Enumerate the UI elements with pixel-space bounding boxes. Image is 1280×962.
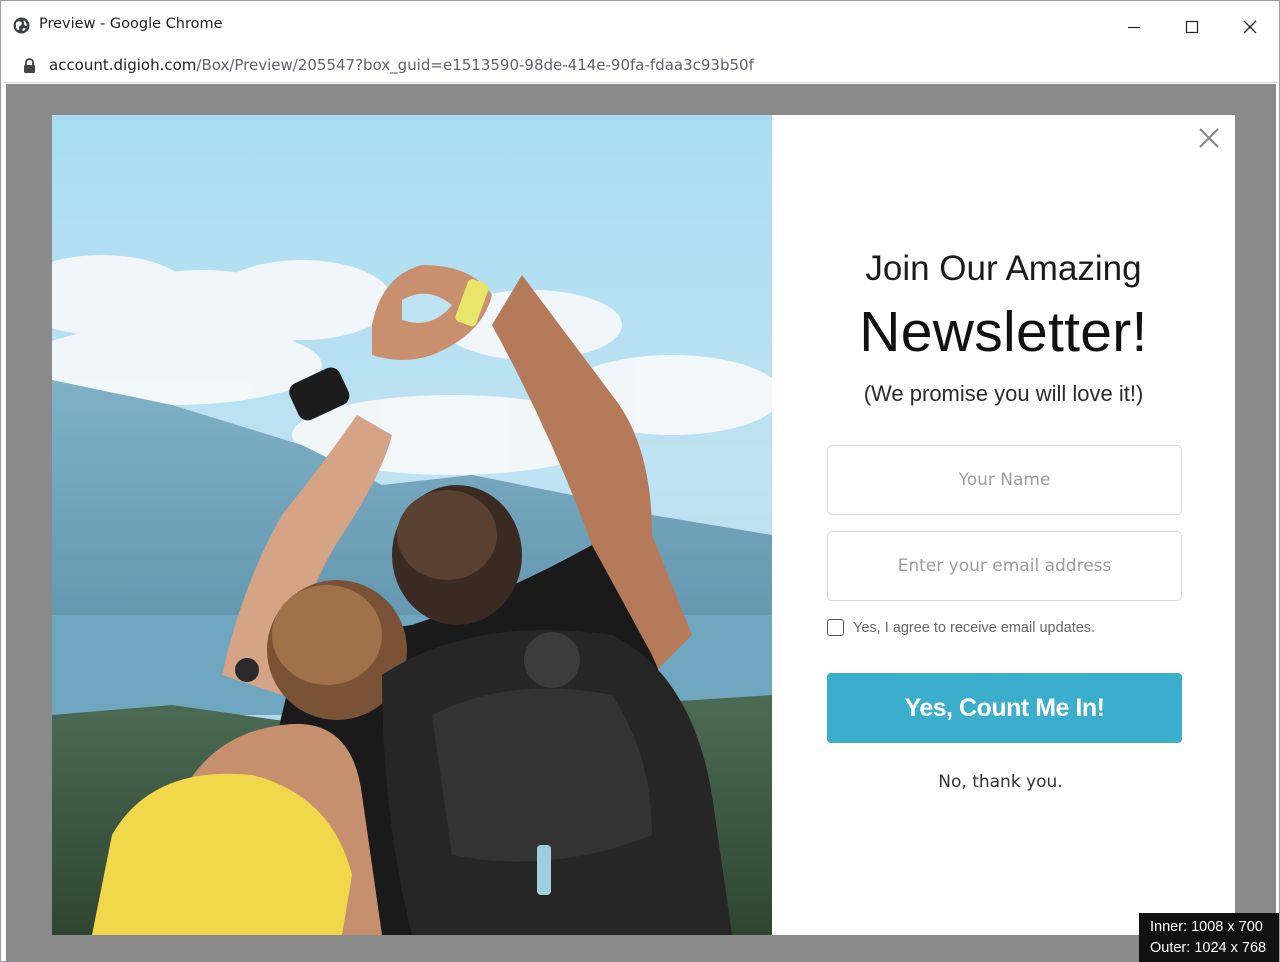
window-title: Preview - Google Chrome <box>39 16 223 32</box>
url-text[interactable]: account.digioh.com/Box/Preview/205547?bo… <box>49 56 754 74</box>
hero-photo <box>52 115 772 935</box>
signup-form-panel: Join Our Amazing Newsletter! (We promise… <box>772 115 1235 935</box>
minimize-icon <box>1128 26 1140 29</box>
inner-size: Inner: 1008 x 700 <box>1150 919 1263 935</box>
maximize-icon <box>1185 20 1199 34</box>
url-host: account.digioh.com <box>49 56 197 74</box>
consent-label[interactable]: Yes, I agree to receive email updates. <box>853 620 1095 636</box>
lock-icon <box>24 58 35 73</box>
browser-window: Preview - Google Chrome account.digioh.c… <box>0 0 1280 962</box>
email-input[interactable] <box>827 531 1182 601</box>
address-bar[interactable]: account.digioh.com/Box/Preview/205547?bo… <box>1 49 1279 83</box>
newsletter-popup: Join Our Amazing Newsletter! (We promise… <box>52 115 1235 935</box>
window-size-badge: Inner: 1008 x 700 Outer: 1024 x 768 <box>1139 913 1279 962</box>
submit-button[interactable]: Yes, Count Me In! <box>827 673 1182 743</box>
subheading: (We promise you will love it!) <box>863 381 1144 406</box>
url-path: /Box/Preview/205547?box_guid=e1513590-98… <box>196 56 754 74</box>
page-overlay[interactable]: Join Our Amazing Newsletter! (We promise… <box>6 84 1276 962</box>
window-close-button[interactable] <box>1227 9 1273 45</box>
name-input[interactable] <box>827 445 1182 515</box>
consent-row[interactable]: Yes, I agree to receive email updates. <box>827 619 1095 636</box>
outer-size: Outer: 1024 x 768 <box>1150 940 1267 956</box>
close-icon[interactable] <box>1196 125 1222 151</box>
heading-line-1: Join Our Amazing <box>865 249 1142 288</box>
window-close-icon <box>1243 20 1257 34</box>
decline-link[interactable]: No, thank you. <box>772 772 1229 792</box>
minimize-button[interactable] <box>1111 9 1157 45</box>
heading-line-2: Newsletter! <box>859 300 1148 364</box>
globe-icon <box>13 17 30 34</box>
maximize-button[interactable] <box>1169 9 1215 45</box>
title-bar: Preview - Google Chrome <box>1 1 1279 49</box>
couple-photo-illustration <box>52 115 772 935</box>
consent-checkbox[interactable] <box>827 619 844 636</box>
